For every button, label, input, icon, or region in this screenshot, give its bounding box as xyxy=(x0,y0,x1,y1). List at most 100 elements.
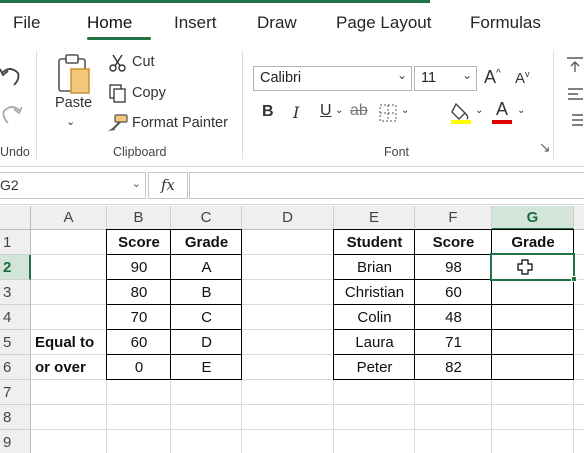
italic-button[interactable]: I xyxy=(293,103,299,122)
column-header-c[interactable]: C xyxy=(171,206,242,230)
spreadsheet-grid: ABCDEFG 123456789 Score Grade 90 A 80 B 70 C 60 D… xyxy=(0,206,584,453)
table-header[interactable]: Student xyxy=(334,230,415,255)
format-painter-icon[interactable] xyxy=(106,113,128,133)
bold-button[interactable]: B xyxy=(262,103,274,121)
gridline xyxy=(31,404,584,405)
label-equal-to[interactable]: Equal to xyxy=(31,330,107,355)
column-header-f[interactable]: F xyxy=(415,206,492,230)
table-cell[interactable]: Peter xyxy=(334,355,415,380)
paste-button[interactable]: Paste xyxy=(55,95,92,111)
tab-page-layout[interactable]: Page Layout xyxy=(336,13,431,33)
table-cell[interactable]: 70 xyxy=(107,305,171,330)
tab-formulas[interactable]: Formulas xyxy=(470,13,541,33)
table-header[interactable]: Score xyxy=(415,230,492,255)
copy-icon[interactable] xyxy=(109,84,127,104)
table-cell[interactable]: E xyxy=(171,355,242,380)
fill-color-dropdown-icon[interactable]: ⌄ xyxy=(475,105,483,116)
copy-button[interactable]: Copy xyxy=(132,85,166,101)
indent-icon[interactable] xyxy=(566,113,584,129)
row-header-9[interactable]: 9 xyxy=(0,430,31,453)
align-left-icon[interactable] xyxy=(566,87,584,103)
group-separator xyxy=(36,51,37,159)
ribbon-tabs: File Home Insert Draw Page Layout Formul… xyxy=(0,3,584,43)
label-or-over[interactable]: or over xyxy=(31,355,107,380)
column-header-b[interactable]: B xyxy=(107,206,171,230)
table-cell[interactable] xyxy=(492,355,574,380)
table-cell[interactable]: A xyxy=(171,255,242,280)
redo-icon[interactable] xyxy=(0,101,22,127)
table-cell[interactable]: 98 xyxy=(415,255,492,280)
undo-icon[interactable] xyxy=(0,63,22,89)
table-cell[interactable]: 71 xyxy=(415,330,492,355)
row-header-4[interactable]: 4 xyxy=(0,305,31,330)
table-cell[interactable]: B xyxy=(171,280,242,305)
table-header[interactable]: Score xyxy=(107,230,171,255)
insert-function-button[interactable]: fx xyxy=(148,172,188,199)
gridline xyxy=(31,429,584,430)
table-cell[interactable] xyxy=(492,305,574,330)
column-header-next[interactable] xyxy=(574,206,584,230)
row-header-8[interactable]: 8 xyxy=(0,405,31,430)
table-cell[interactable]: Laura xyxy=(334,330,415,355)
font-size-dropdown[interactable]: 11 ⌄ xyxy=(414,66,477,91)
table-cell[interactable]: C xyxy=(171,305,242,330)
row-header-2[interactable]: 2 xyxy=(0,255,31,280)
fill-handle[interactable] xyxy=(571,276,577,282)
format-painter-button[interactable]: Format Painter xyxy=(132,115,228,131)
column-header-a[interactable]: A xyxy=(31,206,107,230)
row-header-3[interactable]: 3 xyxy=(0,280,31,305)
align-top-icon[interactable] xyxy=(566,56,584,74)
row-header-5[interactable]: 5 xyxy=(0,330,31,355)
paste-dropdown-icon[interactable]: ⌄ xyxy=(66,115,75,128)
column-header-e[interactable]: E xyxy=(334,206,415,230)
font-color-dropdown-icon[interactable]: ⌄ xyxy=(517,105,525,116)
borders-dropdown-icon[interactable]: ⌄ xyxy=(401,105,409,116)
undo-group-label: Undo xyxy=(0,145,30,159)
font-name-value: Calibri xyxy=(260,70,302,86)
table-cell[interactable]: 60 xyxy=(107,330,171,355)
row-header-1[interactable]: 1 xyxy=(0,230,31,255)
table-cell[interactable]: 90 xyxy=(107,255,171,280)
grow-font-letter: A xyxy=(484,67,497,87)
row-header-6[interactable]: 6 xyxy=(0,355,31,380)
underline-button[interactable]: U xyxy=(320,102,332,120)
table-cell[interactable]: 60 xyxy=(415,280,492,305)
font-name-dropdown[interactable]: Calibri ⌄ xyxy=(253,66,412,91)
cut-button[interactable]: Cut xyxy=(132,54,155,70)
table-cell[interactable]: Brian xyxy=(334,255,415,280)
table-cell[interactable]: 0 xyxy=(107,355,171,380)
chevron-down-icon: ⌄ xyxy=(396,68,407,82)
column-header-d[interactable]: D xyxy=(242,206,334,230)
table-cell[interactable] xyxy=(492,330,574,355)
borders-icon[interactable] xyxy=(379,104,397,122)
table-cell[interactable]: 48 xyxy=(415,305,492,330)
table-cell[interactable] xyxy=(492,280,574,305)
name-box[interactable]: G2 ⌄ xyxy=(0,172,146,199)
formula-input[interactable] xyxy=(189,172,584,199)
shrink-font-letter: A xyxy=(515,70,526,87)
tab-insert[interactable]: Insert xyxy=(174,13,217,33)
tab-draw[interactable]: Draw xyxy=(257,13,297,33)
grow-font-button[interactable]: A^ xyxy=(484,67,501,88)
table-cell[interactable]: 80 xyxy=(107,280,171,305)
table-cell[interactable]: 82 xyxy=(415,355,492,380)
font-dialog-launcher-icon[interactable]: ↘ xyxy=(539,139,551,156)
shrink-font-button[interactable]: Av xyxy=(515,69,530,87)
underline-dropdown-icon[interactable]: ⌄ xyxy=(335,105,343,116)
cut-icon[interactable] xyxy=(109,54,127,72)
fill-color-icon[interactable] xyxy=(450,100,472,124)
row-header-7[interactable]: 7 xyxy=(0,380,31,405)
table-header[interactable]: Grade xyxy=(492,230,574,255)
table-cell[interactable]: Colin xyxy=(334,305,415,330)
font-size-value: 11 xyxy=(421,70,437,86)
strikethrough-button[interactable]: ab xyxy=(350,102,368,120)
table-cell[interactable]: D xyxy=(171,330,242,355)
table-cell[interactable]: Christian xyxy=(334,280,415,305)
select-all-corner[interactable] xyxy=(0,206,31,230)
table-header[interactable]: Grade xyxy=(171,230,242,255)
paste-icon[interactable] xyxy=(56,53,92,95)
tab-home[interactable]: Home xyxy=(87,13,132,33)
column-header-g[interactable]: G xyxy=(492,206,574,230)
font-color-button[interactable]: A xyxy=(496,99,508,120)
tab-file[interactable]: File xyxy=(13,13,40,33)
